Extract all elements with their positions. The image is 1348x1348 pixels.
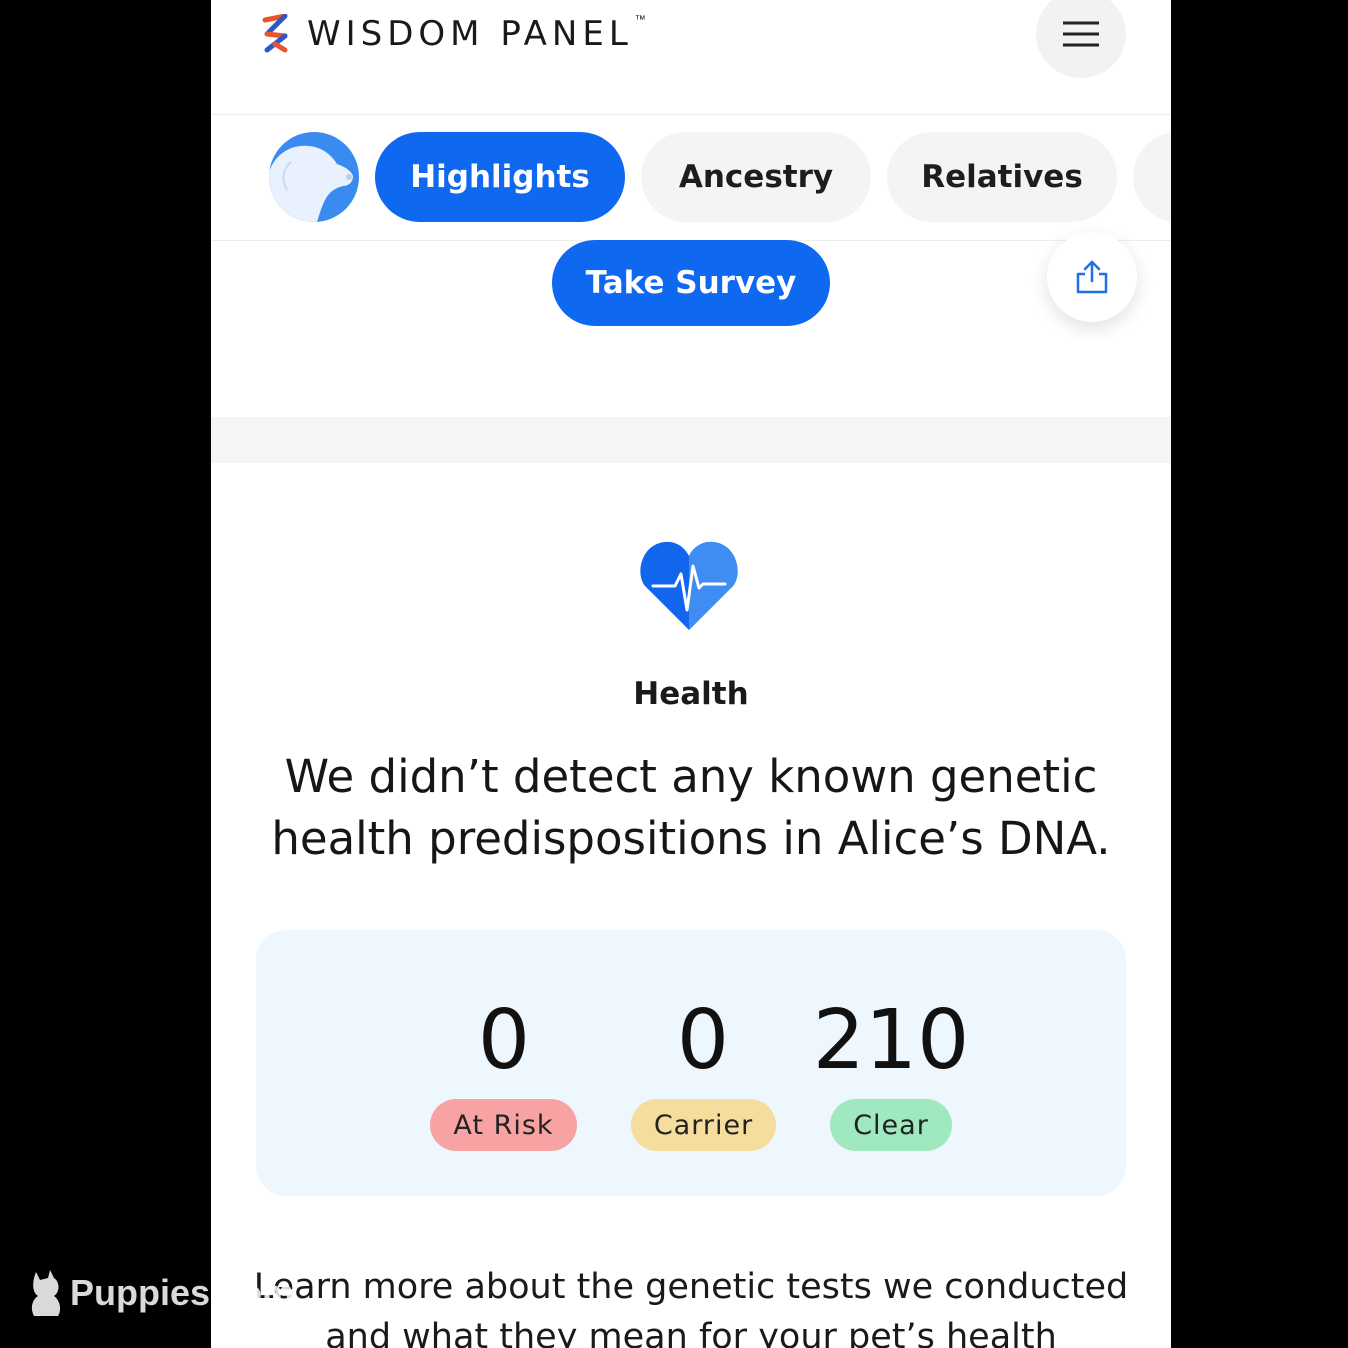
section-tabs: Highlights Ancestry Relatives [211,115,1171,241]
at-risk-count: 0 [477,993,531,1088]
clear-badge: Clear [830,1099,952,1151]
carrier-badge: Carrier [631,1099,776,1151]
wisdom-panel-logo-icon [262,14,288,53]
carrier-count: 0 [676,993,730,1088]
section-divider [211,417,1171,463]
at-risk-badge: At Risk [430,1099,577,1151]
health-section-title: Health [633,676,749,712]
puppy-logo-icon [31,1270,61,1316]
hamburger-menu-icon [1063,21,1099,47]
share-button[interactable] [1047,232,1137,322]
hamburger-menu-button[interactable] [1036,0,1126,78]
app-screen: WISDOM PANEL ™ Highlights Ancestry Relat… [211,0,1171,1348]
watermark-text: Puppies.com [70,1272,295,1313]
top-header: WISDOM PANEL ™ [211,0,1171,115]
pet-avatar[interactable] [269,132,359,222]
learn-more-text[interactable]: Learn more about the genetic tests we co… [251,1262,1131,1348]
clear-count: 210 [812,993,970,1088]
brand-logo[interactable]: WISDOM PANEL ™ [261,14,646,54]
tab-highlights[interactable]: Highlights [375,132,625,222]
share-icon [1076,260,1108,294]
tab-ancestry[interactable]: Ancestry [641,132,871,222]
watermark: Puppies.com [28,1268,294,1318]
brand-name: WISDOM PANEL [307,14,633,54]
health-summary-text: We didn’t detect any known genetic healt… [271,750,1111,865]
heart-pulse-icon [640,541,738,630]
take-survey-button[interactable]: Take Survey [552,240,830,326]
tab-next-partial[interactable] [1133,132,1171,222]
dog-silhouette-icon [269,145,353,222]
trademark-symbol: ™ [634,14,646,26]
tab-relatives[interactable]: Relatives [887,132,1117,222]
